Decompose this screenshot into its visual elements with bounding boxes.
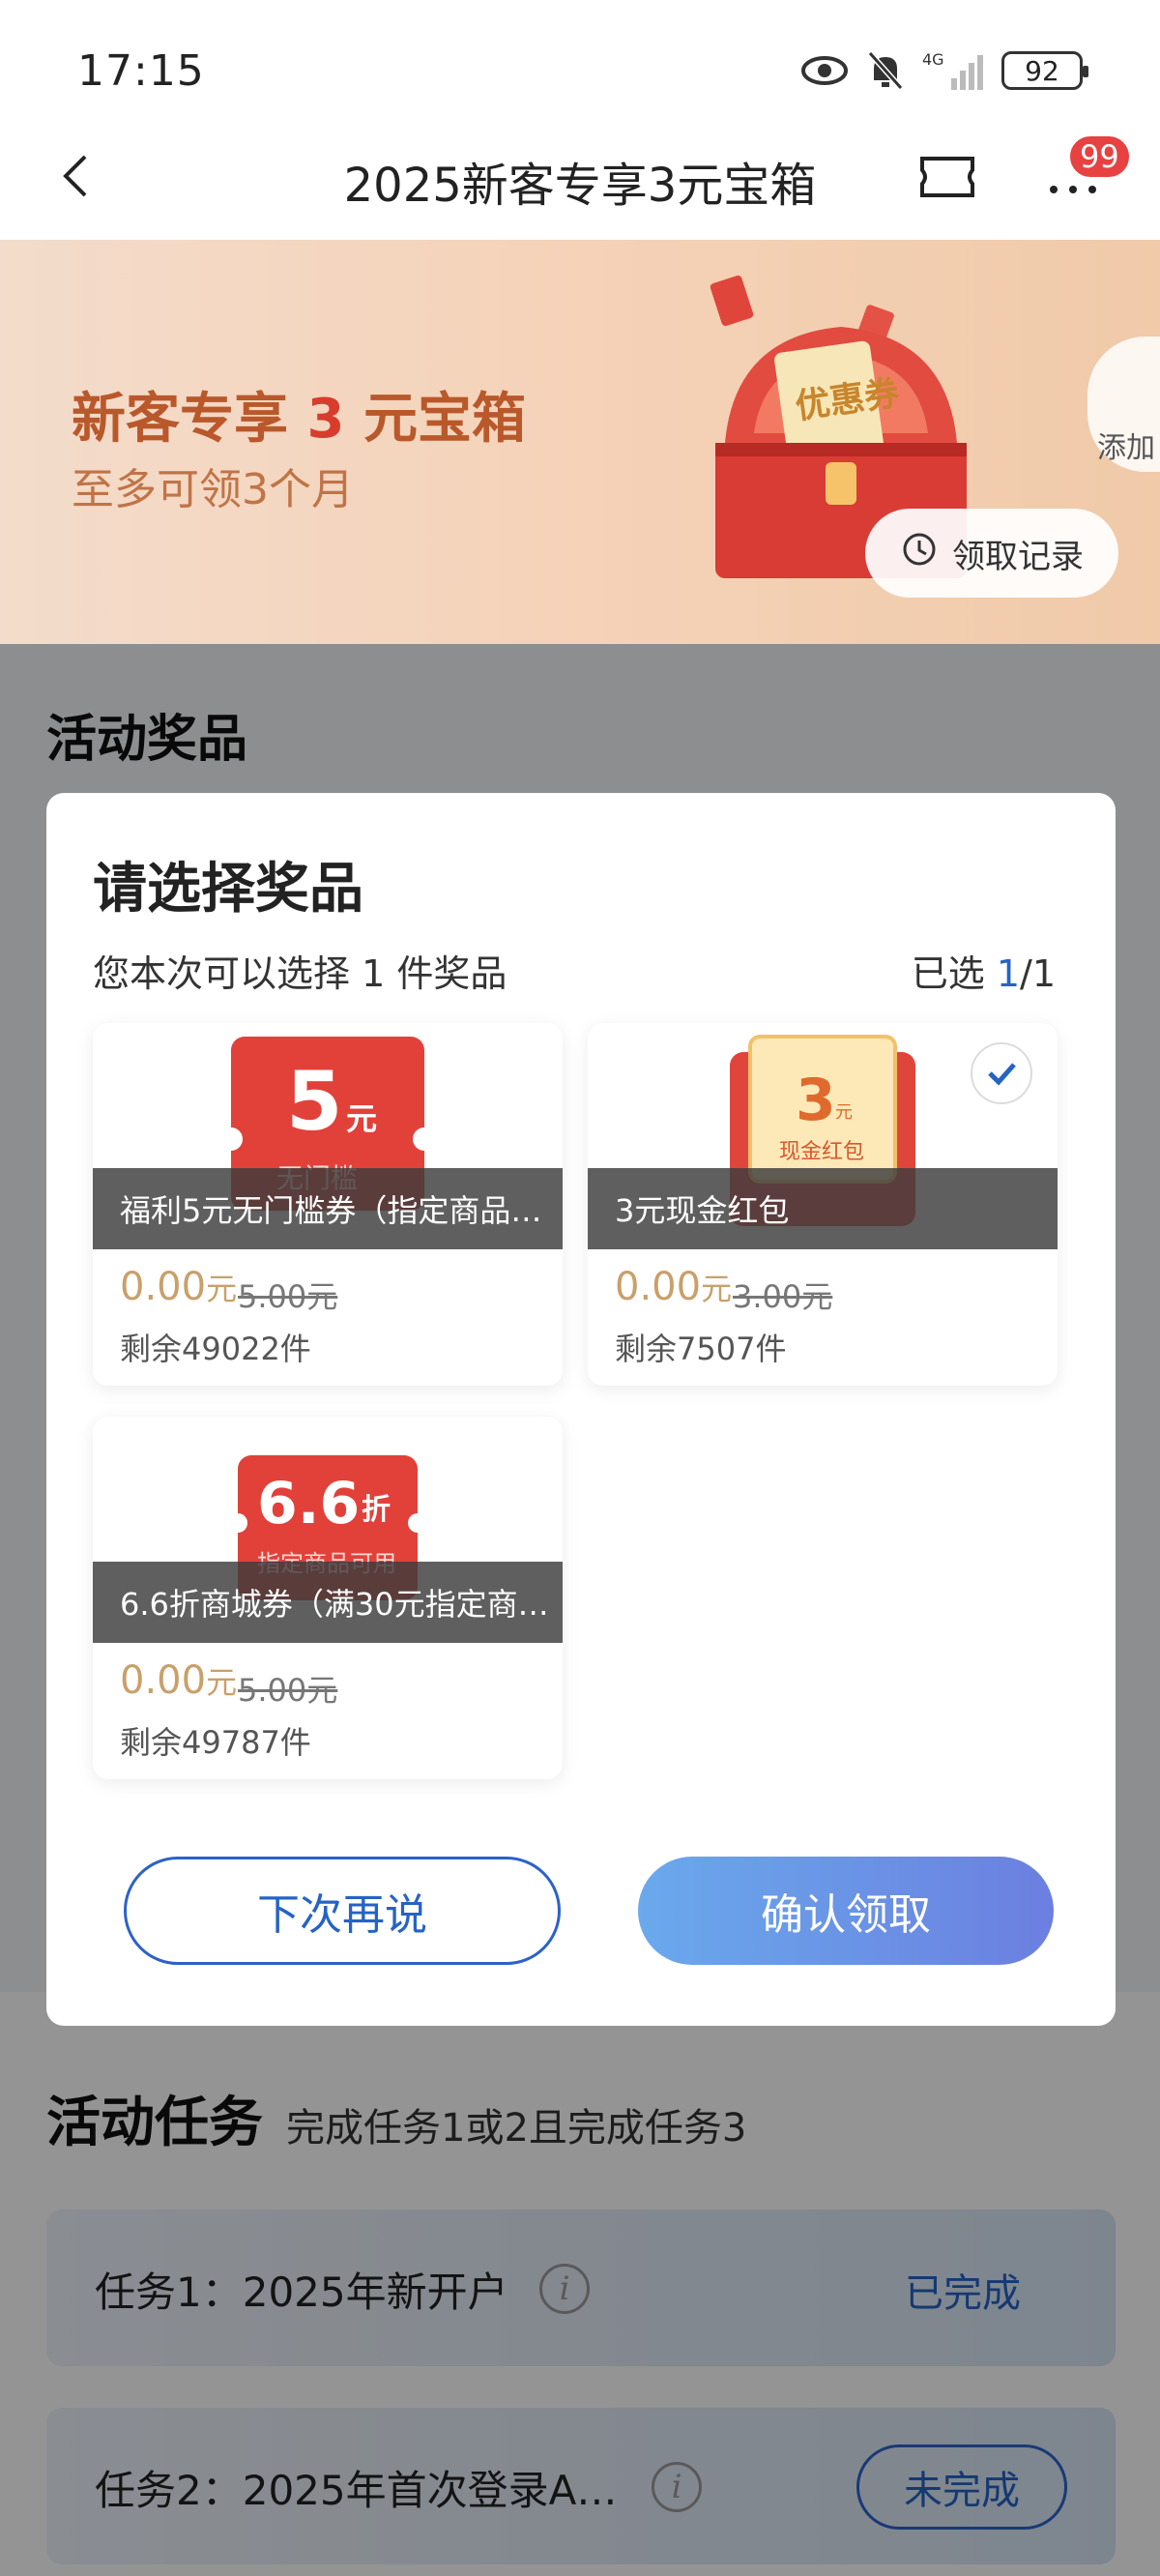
selected-total: /1 — [1020, 952, 1056, 995]
banner-title-accent: 3 — [306, 388, 345, 451]
prize-original-price: 5.00元 — [238, 1672, 338, 1709]
selected-prefix: 已选 — [911, 952, 997, 995]
prize-stock: 剩余49787件 — [120, 1724, 311, 1761]
status-time: 17:15 — [77, 46, 205, 96]
prize-price-unit: 元 — [206, 1271, 238, 1307]
coupon-unit-text: 元 — [346, 1100, 377, 1137]
battery-icon: 92 — [1001, 51, 1088, 90]
nav-bar: 2025新客专享3元宝箱 99 — [0, 116, 1160, 240]
prize-price-value: 0.00 — [615, 1265, 702, 1309]
network-label: 4G — [922, 50, 944, 69]
modal-description: 您本次可以选择 1 件奖品 — [93, 952, 508, 995]
add-side-label[interactable]: 添加 — [1097, 424, 1155, 466]
prize-price: 0.00元 — [120, 1265, 237, 1309]
prize-price-value: 0.00 — [120, 1658, 207, 1703]
claim-record-button[interactable]: 领取记录 — [865, 509, 1118, 598]
prize-card[interactable]: 5 元 无门槛 福利5元无门槛券（指定商品… 0.00元 5.00元 剩余490… — [93, 1023, 563, 1386]
prize-price: 0.00元 — [615, 1265, 732, 1309]
selected-counter: 已选 1/1 — [912, 944, 1056, 997]
battery-level: 92 — [1025, 54, 1059, 87]
banner-title-prefix: 新客专享 — [72, 388, 288, 451]
banner: 新客专享 3 元宝箱 至多可领3个月 优惠券 添加 领取记录 — [0, 240, 1160, 644]
bell-off-icon — [866, 49, 905, 92]
prize-card[interactable]: 6.6 折 指定商品可用 6.6折商城券（满30元指定商… 0.00元 5.00… — [93, 1417, 563, 1779]
ticket-icon[interactable] — [918, 155, 976, 199]
red-packet-sub-text: 现金红包 — [779, 1140, 864, 1164]
signal-icon: 4G — [922, 49, 984, 92]
selected-count: 1 — [996, 952, 1021, 995]
discount-big-text: 6.6 — [257, 1470, 360, 1537]
later-button[interactable]: 下次再说 — [124, 1857, 561, 1965]
prize-price-unit: 元 — [206, 1664, 238, 1701]
prize-price-unit: 元 — [701, 1271, 733, 1307]
coupon-big-text: 5 — [286, 1054, 342, 1149]
history-icon — [900, 530, 939, 577]
discount-unit-text: 折 — [362, 1493, 391, 1527]
red-packet-unit-text: 元 — [835, 1102, 853, 1123]
red-packet-big-text: 3 — [796, 1067, 836, 1134]
claim-record-label: 领取记录 — [952, 537, 1084, 576]
banner-title: 新客专享 3 元宝箱 — [72, 375, 526, 454]
prize-price-value: 0.00 — [120, 1265, 207, 1309]
prize-original-price: 5.00元 — [238, 1278, 338, 1315]
prize-price: 0.00元 — [120, 1658, 237, 1703]
page-title: 2025新客专享3元宝箱 — [343, 159, 817, 213]
prize-stock: 剩余49022件 — [120, 1331, 311, 1367]
message-badge: 99 — [1067, 133, 1132, 180]
prize-name: 6.6折商城券（满30元指定商… — [93, 1562, 563, 1643]
prize-card[interactable]: 3 元 现金红包 3元现金红包 0.00元 3.00元 剩余7507件 — [588, 1023, 1058, 1386]
banner-subtitle: 至多可领3个月 — [72, 465, 354, 514]
status-icons: 4G 92 — [800, 46, 1088, 95]
prize-original-price: 3.00元 — [733, 1278, 833, 1315]
prize-select-modal: 请选择奖品 您本次可以选择 1 件奖品 已选 1/1 5 元 无门槛 福利5元无… — [46, 793, 1116, 2026]
prize-name: 3元现金红包 — [588, 1168, 1058, 1249]
check-icon[interactable] — [971, 1042, 1032, 1104]
prize-name: 福利5元无门槛券（指定商品… — [93, 1168, 563, 1249]
modal-title: 请选择奖品 — [93, 858, 363, 921]
banner-title-suffix: 元宝箱 — [362, 388, 526, 451]
eye-icon — [800, 54, 849, 87]
confirm-claim-button[interactable]: 确认领取 — [638, 1857, 1054, 1965]
prize-stock: 剩余7507件 — [615, 1331, 787, 1367]
